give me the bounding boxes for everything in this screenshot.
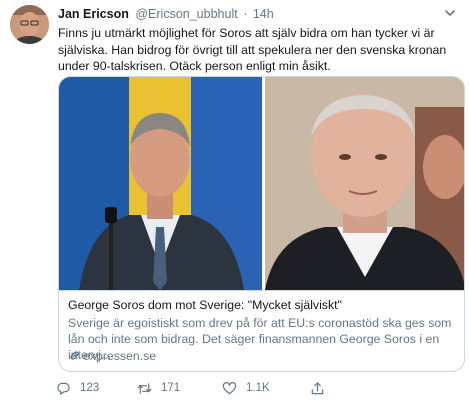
avatar[interactable] xyxy=(10,5,49,44)
like-button[interactable]: 1.1K xyxy=(222,379,270,397)
share-icon xyxy=(311,381,324,394)
like-count: 1.1K xyxy=(246,382,270,394)
reply-count: 123 xyxy=(80,382,100,394)
card-image-right xyxy=(265,77,464,290)
card-title: George Soros dom mot Sverige: "Mycket sj… xyxy=(68,298,342,312)
card-image-left xyxy=(59,77,262,290)
heart-icon xyxy=(222,381,237,394)
tweet-text: Finns ju utmärkt möjlighet för Soros att… xyxy=(58,26,447,73)
share-button[interactable] xyxy=(310,379,334,397)
card-separator xyxy=(59,290,464,291)
tweet[interactable]: Jan Ericson @Ericson_ubbhult · 14h Finns… xyxy=(0,0,469,404)
link-icon xyxy=(70,351,79,360)
author-name[interactable]: Jan Ericson xyxy=(58,7,129,21)
retweet-icon xyxy=(137,382,152,394)
separator-dot: · xyxy=(243,7,248,21)
tweet-header: Jan Ericson @Ericson_ubbhult · 14h xyxy=(58,6,274,22)
card-domain: expressen.se xyxy=(68,348,156,364)
tweet-timestamp[interactable]: 14h xyxy=(253,7,274,21)
author-handle[interactable]: @Ericson_ubbhult xyxy=(135,7,237,21)
retweet-count: 171 xyxy=(161,382,181,394)
retweet-button[interactable]: 171 xyxy=(137,379,180,397)
link-card[interactable]: George Soros dom mot Sverige: "Mycket sj… xyxy=(58,76,465,372)
card-domain-text: expressen.se xyxy=(83,349,157,363)
chevron-down-icon[interactable] xyxy=(443,6,457,20)
action-bar: 123 171 1.1K xyxy=(56,379,456,397)
reply-icon xyxy=(57,382,70,395)
reply-button[interactable]: 123 xyxy=(56,379,99,397)
